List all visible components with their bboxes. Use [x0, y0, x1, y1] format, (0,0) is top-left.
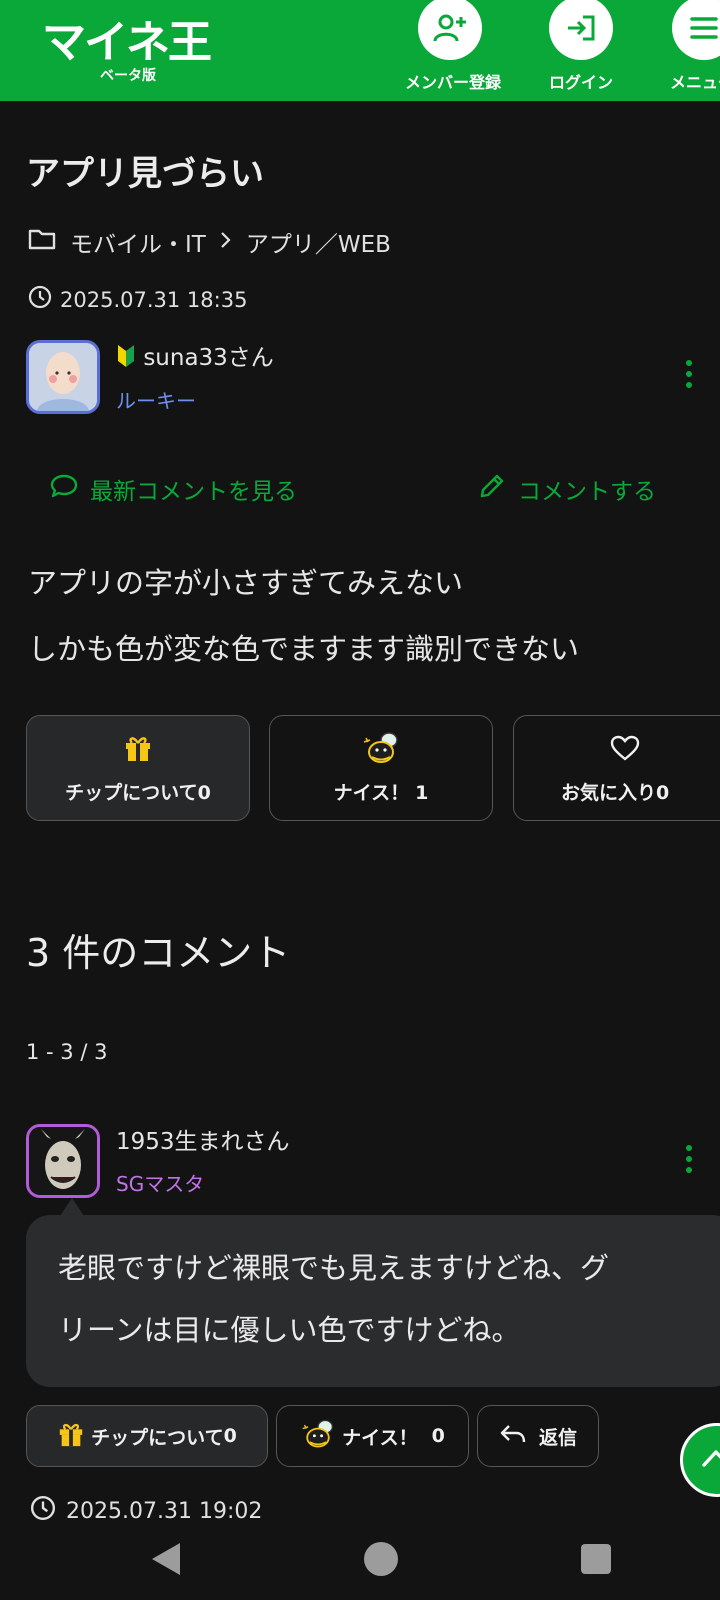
post-more-icon[interactable] [686, 360, 694, 393]
post-datetime: 2025.07.31 18:35 [60, 287, 248, 312]
comment-bubble: 老眼ですけど裸眼でも見えますけどね、グ リーンは目に優しい色ですけどね。 [26, 1215, 720, 1387]
back-icon[interactable] [150, 1541, 182, 1581]
comment-nice-button[interactable]: ナイス！ 0 [276, 1405, 469, 1467]
pencil-icon [478, 472, 518, 506]
post-body-line: アプリの字が小さすぎてみえない [28, 566, 464, 600]
avatar[interactable] [26, 1124, 100, 1198]
nice-label: ナイス！ [333, 782, 410, 804]
menu-icon [672, 0, 720, 60]
nice-count: 1 [415, 782, 429, 804]
comment-more-icon[interactable] [686, 1145, 694, 1178]
breadcrumb-subcategory[interactable]: アプリ／WEB [246, 225, 391, 259]
avatar[interactable] [26, 340, 100, 414]
comment-tip-button[interactable]: チップについて 0 [26, 1405, 268, 1467]
comment-text-line: リーンは目に優しい色ですけどね。 [58, 1313, 521, 1347]
author-name-text: suna33さん [143, 345, 274, 371]
login-button[interactable]: ログイン [536, 0, 626, 101]
system-nav-bar [0, 1520, 720, 1600]
app-header: マイネ王 ベータ版 メンバー登録 ログイン メニュー [0, 0, 720, 101]
post-body-line: しかも色が変な色でますます識別できない [28, 632, 580, 666]
reply-icon [499, 1422, 533, 1451]
reply-button[interactable]: 返信 [477, 1405, 599, 1467]
comment-label: コメントする [518, 479, 656, 505]
recents-icon[interactable] [581, 1544, 611, 1574]
comment-pager: 1 - 3 / 3 [26, 1040, 108, 1064]
tip-count: 0 [197, 782, 211, 804]
scroll-top-button[interactable] [680, 1423, 720, 1497]
gift-icon [27, 730, 249, 766]
tip-label: チップについて [65, 782, 198, 804]
breadcrumb: モバイル・IT アプリ／WEB [28, 225, 391, 259]
tip-button[interactable]: チップについて0 [26, 715, 250, 821]
chat-icon [50, 473, 90, 505]
login-icon [549, 0, 613, 60]
post-body: アプリの字が小さすぎてみえない しかも色が変な色でますます識別できない [28, 550, 579, 682]
comment-nice-label: ナイス！ [342, 1426, 418, 1449]
chevron-up-icon [701, 1448, 720, 1472]
menu-button[interactable]: メニュー [660, 0, 720, 101]
home-icon[interactable] [364, 1542, 398, 1576]
reply-label: 返信 [538, 1426, 577, 1449]
nice-bee-icon [270, 730, 492, 766]
login-label: ログイン [548, 73, 613, 92]
latest-comment-link[interactable]: 最新コメントを見る [50, 472, 297, 506]
site-logo[interactable]: マイネ王 [42, 6, 222, 68]
page-title: アプリ見づらい [26, 154, 264, 194]
gift-icon [57, 1420, 91, 1453]
comment-author-rank: SGマスタ [116, 1172, 205, 1196]
bubble-tail [60, 1198, 84, 1216]
nice-button[interactable]: ナイス！ 1 [269, 715, 493, 821]
comment-count-heading: 3 件のコメント [26, 931, 291, 975]
heart-icon [514, 730, 720, 766]
comment-nice-count: 0 [431, 1425, 445, 1447]
post-date: 2025.07.31 18:35 [28, 285, 247, 314]
chevron-right-icon [220, 229, 232, 255]
favorite-count: 0 [656, 782, 670, 804]
folder-icon [28, 227, 56, 257]
comment-tip-count: 0 [223, 1425, 237, 1447]
user-plus-icon [418, 0, 482, 60]
author-name[interactable]: suna33さん [116, 338, 274, 372]
author-rank: ルーキー [116, 389, 196, 413]
beta-label: ベータ版 [100, 68, 156, 84]
menu-label: メニュー [670, 73, 720, 92]
breadcrumb-category[interactable]: モバイル・IT [70, 225, 206, 259]
member-register-button[interactable]: メンバー登録 [405, 0, 502, 101]
comment-link[interactable]: コメントする [478, 472, 656, 506]
favorite-label: お気に入り [561, 782, 657, 804]
member-register-label: メンバー登録 [405, 73, 502, 92]
comment-text-line: 老眼ですけど裸眼でも見えますけどね、グ [58, 1251, 610, 1285]
comment-tip-label: チップについて [91, 1426, 224, 1449]
latest-comment-label: 最新コメントを見る [90, 479, 297, 505]
clock-icon [28, 285, 60, 314]
beginner-mark-icon [116, 345, 143, 371]
nice-bee-icon [300, 1417, 342, 1456]
logo-text: マイネ王 [42, 17, 212, 68]
comment-author-name[interactable]: 1953生まれさん [116, 1122, 290, 1156]
favorite-button[interactable]: お気に入り0 [513, 715, 720, 821]
